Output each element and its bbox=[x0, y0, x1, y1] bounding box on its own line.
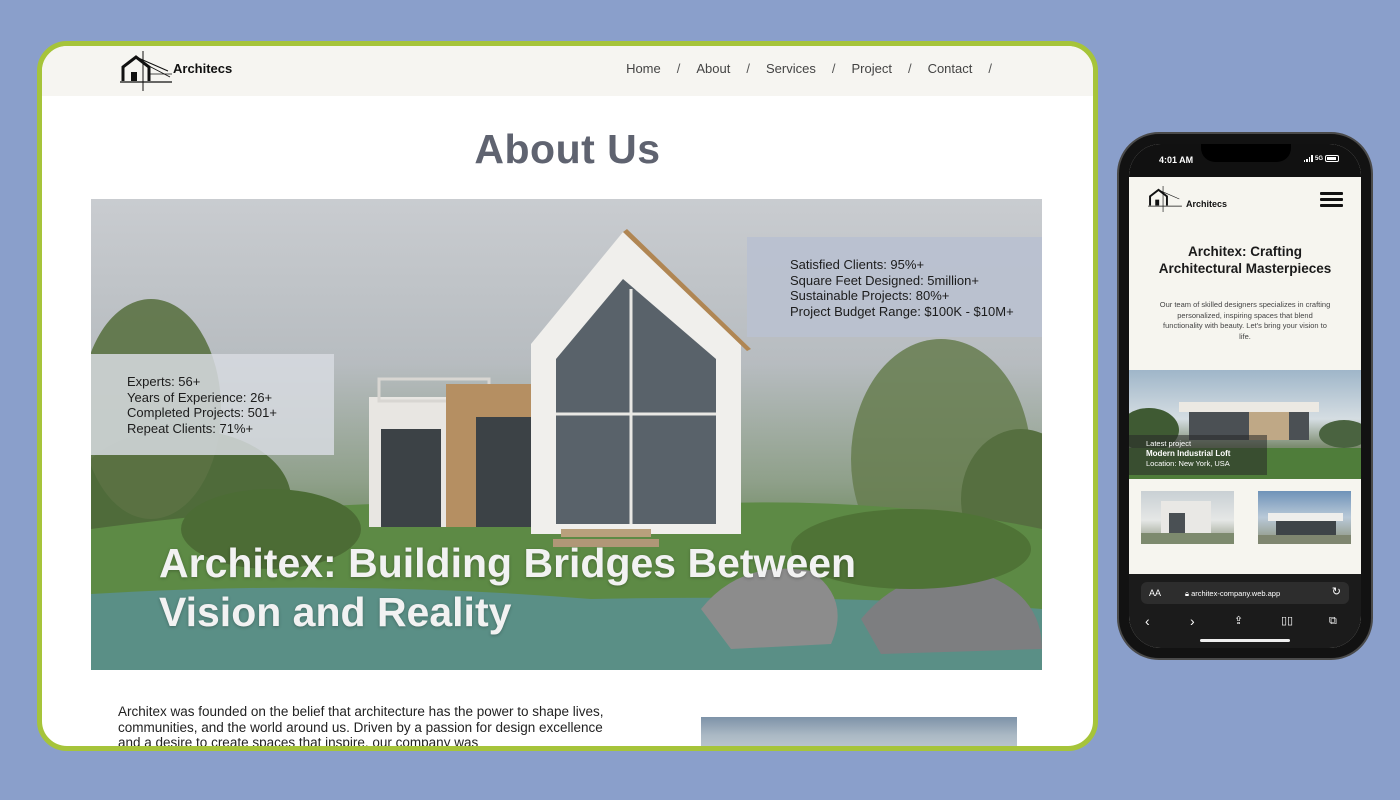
stat-repeat-clients: Repeat Clients: 71%+ bbox=[127, 420, 254, 436]
bookmarks-icon[interactable]: ▯▯ bbox=[1281, 612, 1293, 630]
about-paragraph: Architex was founded on the belief that … bbox=[118, 704, 604, 750]
desktop-browser-frame: Architecs Home / About / Services / Project… bbox=[37, 41, 1098, 751]
hero-headline: Architex: Building Bridges Between Visio… bbox=[159, 540, 857, 635]
mobile-header: Architecs bbox=[1129, 177, 1361, 225]
status-bar: 4:01 AM 5G bbox=[1129, 144, 1361, 177]
about-image bbox=[701, 717, 1017, 746]
latest-project-name: Modern Industrial Loft bbox=[1146, 449, 1231, 458]
notch bbox=[1201, 144, 1291, 162]
reload-icon[interactable]: ↻ bbox=[1332, 585, 1341, 598]
nav-services[interactable]: Services bbox=[761, 61, 821, 76]
status-time: 4:01 AM bbox=[1159, 155, 1194, 165]
back-icon[interactable]: ‹ bbox=[1145, 612, 1150, 630]
url-value: architex-company.web.app bbox=[1191, 589, 1281, 598]
stat-sustainable-projects: Sustainable Projects: 80%+ bbox=[790, 288, 950, 303]
network-label: 5G bbox=[1314, 155, 1323, 162]
project-thumbnail[interactable] bbox=[1258, 491, 1351, 544]
url-text[interactable]: 🔒︎ architex-company.web.app bbox=[1185, 589, 1280, 599]
stat-satisfied-clients: Satisfied Clients: 95%+ bbox=[790, 257, 925, 272]
latest-project-location: Location: New York, USA bbox=[1146, 459, 1230, 468]
house-logo-icon[interactable] bbox=[120, 51, 172, 91]
text-size-button[interactable]: AA bbox=[1149, 588, 1161, 598]
stats-panel-right: Satisfied Clients: 95%+ Square Feet Desi… bbox=[747, 237, 1042, 337]
latest-project-info: Latest project Modern Industrial Loft Lo… bbox=[1129, 435, 1267, 475]
nav-contact[interactable]: Contact bbox=[923, 61, 978, 76]
tabs-icon[interactable]: ⧉ bbox=[1329, 612, 1337, 630]
share-icon[interactable]: ⇪ bbox=[1234, 612, 1243, 630]
house-thumbnail-illustration bbox=[1258, 513, 1351, 544]
nav-project[interactable]: Project bbox=[846, 61, 896, 76]
nav-home[interactable]: Home bbox=[621, 61, 666, 76]
nav-about[interactable]: About bbox=[691, 61, 735, 76]
battery-icon bbox=[1325, 155, 1339, 162]
latest-project-label: Latest project bbox=[1146, 439, 1192, 448]
stat-experts: Experts: 56+ bbox=[127, 374, 201, 389]
stat-completed-projects: Completed Projects: 501+ bbox=[127, 405, 277, 420]
signal-icon bbox=[1303, 155, 1313, 162]
forward-icon[interactable]: › bbox=[1190, 612, 1195, 630]
mobile-browser-bar: AA 🔒︎ architex-company.web.app ↻ ‹ › ⇪ ▯… bbox=[1129, 574, 1361, 648]
mobile-hero-title: Architex: Crafting Architectural Masterp… bbox=[1158, 244, 1332, 276]
stat-experience: Years of Experience: 26+ bbox=[127, 389, 273, 405]
brand-name[interactable]: Architecs bbox=[1186, 199, 1227, 209]
nav-separator: / bbox=[907, 61, 912, 76]
home-indicator bbox=[1200, 639, 1290, 642]
hero-banner: Experts: 56+ Years of Experience: 26+ Co… bbox=[91, 199, 1042, 670]
house-logo-icon[interactable] bbox=[1147, 186, 1183, 212]
address-bar[interactable]: AA 🔒︎ architex-company.web.app ↻ bbox=[1141, 582, 1349, 604]
brand-name[interactable]: Architecs bbox=[173, 61, 232, 76]
stat-square-feet: Square Feet Designed: 5million+ bbox=[790, 272, 979, 288]
stat-budget-range: Project Budget Range: $100K - $10M+ bbox=[790, 303, 1014, 319]
latest-project-card[interactable]: Latest project Modern Industrial Loft Lo… bbox=[1129, 370, 1361, 479]
mobile-hero-description: Our team of skilled designers specialize… bbox=[1159, 300, 1331, 341]
nav-separator: / bbox=[988, 61, 992, 76]
status-indicators: 5G bbox=[1303, 155, 1339, 162]
main-nav: Home / About / Services / Project / Contact / bbox=[621, 61, 1003, 76]
nav-separator: / bbox=[746, 61, 750, 76]
browser-toolbar: ‹ › ⇪ ▯▯ ⧉ bbox=[1129, 612, 1361, 632]
phone-screen: 4:01 AM 5G Architecs Architex: Crafting … bbox=[1129, 144, 1361, 648]
page-title: About Us bbox=[474, 126, 661, 172]
house-thumbnail-illustration bbox=[1141, 501, 1234, 544]
phone-frame: 4:01 AM 5G Architecs Architex: Crafting … bbox=[1117, 132, 1373, 660]
stats-panel-left: Experts: 56+ Years of Experience: 26+ Co… bbox=[91, 354, 334, 455]
project-thumbnail[interactable] bbox=[1141, 491, 1234, 544]
hamburger-menu-icon[interactable] bbox=[1320, 192, 1343, 208]
site-header: Architecs Home / About / Services / Project… bbox=[42, 46, 1093, 96]
nav-separator: / bbox=[831, 61, 836, 76]
nav-separator: / bbox=[676, 61, 681, 76]
